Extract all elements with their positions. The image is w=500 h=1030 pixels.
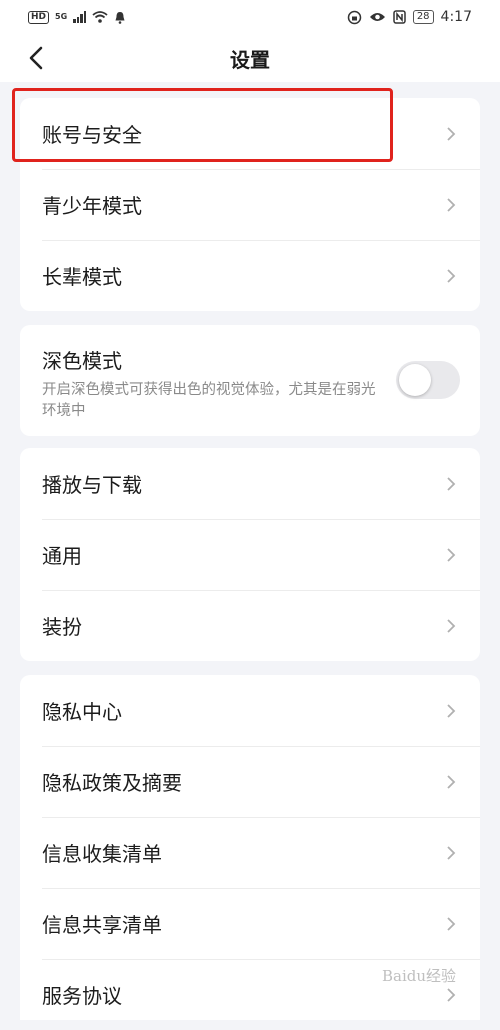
row-playback-download[interactable]: 播放与下载 <box>20 448 480 519</box>
chevron-right-icon <box>446 915 458 933</box>
watermark: Baidu经验 <box>382 967 457 985</box>
chevron-right-icon <box>446 844 458 862</box>
row-label: 长辈模式 <box>42 265 122 289</box>
general-card: 播放与下载 通用 装扮 <box>20 448 480 661</box>
row-label: 信息收集清单 <box>42 842 162 866</box>
chevron-right-icon <box>446 617 458 635</box>
header: 设置 <box>0 34 500 82</box>
row-label: 播放与下载 <box>42 473 142 497</box>
row-label: 通用 <box>42 544 82 568</box>
nfc-icon <box>393 10 406 24</box>
chevron-right-icon <box>446 773 458 791</box>
chevron-right-icon <box>446 125 458 143</box>
row-elder-mode[interactable]: 长辈模式 <box>20 240 480 311</box>
row-label: 隐私政策及摘要 <box>42 771 182 795</box>
chevron-left-icon <box>29 46 43 70</box>
chevron-right-icon <box>446 986 458 1004</box>
dark-mode-card: 深色模式 开启深色模式可获得出色的视觉体验，尤其是在弱光环境中 <box>20 325 480 436</box>
eye-icon <box>369 13 385 21</box>
chevron-right-icon <box>446 475 458 493</box>
row-label: 信息共享清单 <box>42 913 162 937</box>
chevron-right-icon <box>446 267 458 285</box>
row-general[interactable]: 通用 <box>20 519 480 590</box>
page-title: 设置 <box>230 47 270 72</box>
row-label: 隐私中心 <box>42 700 122 724</box>
hd-badge: HD <box>28 10 50 24</box>
wifi-icon <box>92 11 108 23</box>
row-dress-up[interactable]: 装扮 <box>20 590 480 661</box>
signal-icon <box>73 11 87 23</box>
dark-mode-title: 深色模式 <box>42 349 122 373</box>
lock-rotation-icon <box>347 10 362 24</box>
clock: 4:17 <box>440 9 472 25</box>
row-info-sharing[interactable]: 信息共享清单 <box>20 888 480 959</box>
dark-mode-toggle[interactable] <box>396 361 460 399</box>
chevron-right-icon <box>446 702 458 720</box>
chevron-right-icon <box>446 196 458 214</box>
highlight-box <box>12 88 393 162</box>
row-privacy-center[interactable]: 隐私中心 <box>20 675 480 746</box>
row-label: 青少年模式 <box>42 194 142 218</box>
row-teen-mode[interactable]: 青少年模式 <box>20 169 480 240</box>
back-button[interactable] <box>22 44 50 72</box>
bell-icon <box>115 11 125 24</box>
network-type: 5G <box>55 12 68 21</box>
row-label: 装扮 <box>42 615 82 639</box>
chevron-right-icon <box>446 546 458 564</box>
toggle-knob <box>399 364 431 396</box>
row-info-collection[interactable]: 信息收集清单 <box>20 817 480 888</box>
status-bar: HD 5G 28 4:17 <box>0 0 500 34</box>
battery-icon: 28 <box>412 10 434 24</box>
dark-mode-description: 开启深色模式可获得出色的视觉体验，尤其是在弱光环境中 <box>42 382 376 419</box>
row-privacy-policy[interactable]: 隐私政策及摘要 <box>20 746 480 817</box>
